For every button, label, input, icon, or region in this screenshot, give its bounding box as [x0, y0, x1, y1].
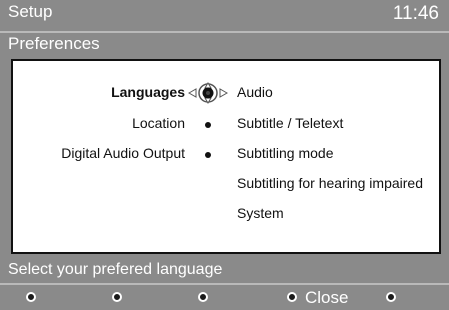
- menu-right-column: Audio Subtitle / Teletext Subtitling mod…: [229, 61, 439, 252]
- menu-item-languages[interactable]: Languages: [111, 84, 185, 100]
- submenu-item-subtitling-mode[interactable]: Subtitling mode: [237, 145, 334, 161]
- clock: 11:46: [392, 3, 439, 24]
- breadcrumb: Preferences: [8, 34, 100, 53]
- close-key-icon[interactable]: [287, 292, 297, 302]
- navigation-cursor-icon: [187, 82, 229, 104]
- close-button[interactable]: Close: [305, 288, 348, 308]
- color-key-1-icon[interactable]: [26, 292, 36, 302]
- screen-title: Setup: [8, 2, 53, 21]
- menu-left-column: Languages Location Digital Audio Output: [13, 61, 229, 252]
- digital-audio-bullet-icon: [205, 152, 211, 158]
- tv-setup-screen: Setup 11:46 Preferences Languages Locati…: [0, 0, 449, 310]
- color-key-bar: Close: [0, 286, 449, 310]
- submenu-item-subtitle-teletext[interactable]: Subtitle / Teletext: [237, 115, 343, 131]
- header-divider: [0, 31, 449, 33]
- submenu-item-audio[interactable]: Audio: [237, 84, 273, 100]
- help-hint: Select your prefered language: [8, 261, 223, 278]
- submenu-item-system[interactable]: System: [237, 205, 284, 221]
- color-key-2-icon[interactable]: [112, 292, 122, 302]
- menu-panel: Languages Location Digital Audio Output …: [11, 59, 441, 254]
- color-key-3-icon[interactable]: [198, 292, 208, 302]
- menu-item-location[interactable]: Location: [132, 115, 185, 131]
- header-bar: Setup 11:46: [0, 0, 449, 30]
- color-key-5-icon[interactable]: [386, 292, 396, 302]
- menu-item-digital-audio-output[interactable]: Digital Audio Output: [61, 145, 185, 161]
- location-bullet-icon: [205, 122, 211, 128]
- submenu-item-subtitling-hearing-impaired[interactable]: Subtitling for hearing impaired: [237, 175, 423, 191]
- footer-divider: [0, 283, 449, 285]
